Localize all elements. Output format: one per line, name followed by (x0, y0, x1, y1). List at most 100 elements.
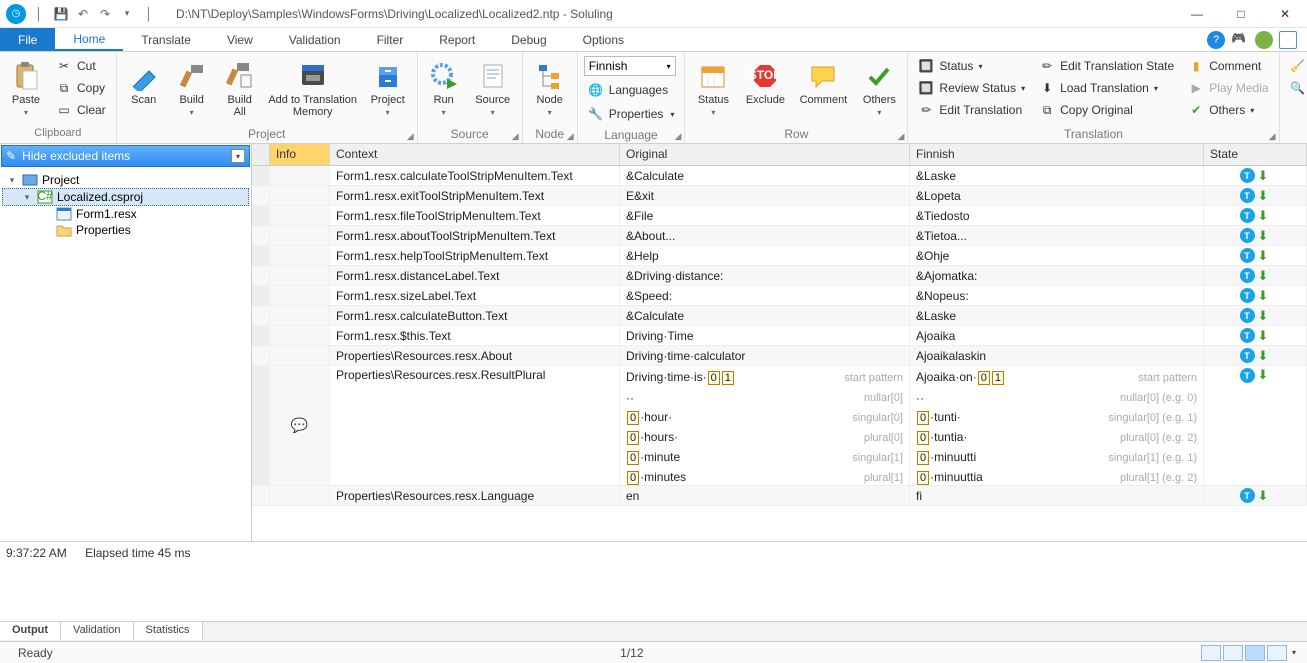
cell-original[interactable]: Driving·time·is·01start pattern··nullar[… (620, 366, 910, 485)
cell-finnish[interactable]: Ajoaikalaskin (910, 346, 1204, 365)
trans-status-button[interactable]: 🔲Status▾ (914, 56, 1029, 76)
collapse-icon[interactable]: ▾ (21, 192, 33, 203)
row-comment-button[interactable]: Comment (795, 56, 851, 106)
tab-validation[interactable]: Validation (61, 621, 134, 640)
tab-filter[interactable]: Filter (359, 28, 422, 51)
edit-state-button[interactable]: ✏Edit Translation State (1035, 56, 1178, 76)
exclude-button[interactable]: STOPExclude (741, 56, 789, 106)
cell-original[interactable]: &Driving·distance: (620, 266, 910, 285)
table-row-plural[interactable]: 💬Properties\Resources.resx.ResultPluralD… (252, 366, 1307, 486)
dialog-launcher-icon[interactable]: ◢ (407, 131, 414, 142)
table-row[interactable]: Properties\Resources.resx.AboutDriving·t… (252, 346, 1307, 366)
tree-filter[interactable]: ✎ Hide excluded items ▾ (1, 145, 250, 167)
cell-finnish[interactable]: &Nopeus: (910, 286, 1204, 305)
cell-finnish[interactable]: fi (910, 486, 1204, 505)
row-status-button[interactable]: Status▾ (691, 56, 735, 117)
tree-form[interactable]: Form1.resx (2, 206, 249, 222)
table-row[interactable]: Form1.resx.aboutToolStripMenuItem.Text&A… (252, 226, 1307, 246)
save-icon[interactable]: 💾 (52, 5, 70, 23)
grid-body[interactable]: Form1.resx.calculateToolStripMenuItem.Te… (252, 166, 1307, 541)
cell-original[interactable]: &About... (620, 226, 910, 245)
alien-icon[interactable] (1255, 31, 1273, 49)
tab-view[interactable]: View (209, 28, 271, 51)
cell-original[interactable]: Driving·time·calculator (620, 346, 910, 365)
project-tree[interactable]: ▾Project ▾C#Localized.csproj Form1.resx … (0, 168, 251, 541)
cell-original[interactable]: &File (620, 206, 910, 225)
cell-original[interactable]: &Help (620, 246, 910, 265)
chevron-down-icon[interactable]: ▾ (231, 149, 245, 163)
cell-context[interactable]: Form1.resx.distanceLabel.Text (330, 266, 620, 285)
col-info[interactable]: Info (270, 144, 330, 165)
tab-validation[interactable]: Validation (271, 28, 359, 51)
project-button[interactable]: Project▾ (365, 56, 411, 117)
dialog-launcher-icon[interactable]: ◢ (512, 131, 519, 142)
tab-home[interactable]: Home (55, 28, 123, 51)
chevron-down-icon[interactable]: ▾ (1289, 648, 1299, 657)
scan-button[interactable]: Scan (123, 56, 165, 106)
help-icon[interactable]: ? (1207, 31, 1225, 49)
load-translation-button[interactable]: ⬇Load Translation▾ (1035, 78, 1178, 98)
cell-context[interactable]: Form1.resx.aboutToolStripMenuItem.Text (330, 226, 620, 245)
close-button[interactable]: ✕ (1263, 0, 1307, 28)
row-others-button[interactable]: Others▾ (857, 56, 901, 117)
languages-button[interactable]: 🌐Languages (584, 80, 679, 100)
tree-root[interactable]: ▾Project (2, 172, 249, 188)
col-context[interactable]: Context (330, 144, 620, 165)
view-detail-icon[interactable] (1245, 645, 1265, 661)
tab-output[interactable]: Output (0, 621, 61, 640)
dialog-launcher-icon[interactable]: ◢ (897, 131, 904, 142)
build-all-button[interactable]: Build All (219, 56, 261, 118)
copy-button[interactable]: ⧉Copy (52, 78, 110, 98)
cell-context[interactable]: Form1.resx.calculateToolStripMenuItem.Te… (330, 166, 620, 185)
cell-finnish[interactable]: &Ohje (910, 246, 1204, 265)
cell-original[interactable]: &Calculate (620, 166, 910, 185)
col-original[interactable]: Original (620, 144, 910, 165)
col-selector[interactable] (252, 144, 270, 165)
paste-button[interactable]: Paste ▾ (6, 56, 46, 117)
table-row[interactable]: Form1.resx.calculateToolStripMenuItem.Te… (252, 166, 1307, 186)
undo-icon[interactable]: ↶ (74, 5, 92, 23)
dialog-launcher-icon[interactable]: ◢ (1269, 131, 1276, 142)
tab-statistics[interactable]: Statistics (134, 621, 203, 640)
source-button[interactable]: Source▾ (470, 56, 516, 117)
clear-button[interactable]: ▭Clear (52, 100, 110, 120)
edit-translation-button[interactable]: ✏Edit Translation (914, 100, 1029, 120)
cell-context[interactable]: Form1.resx.helpToolStripMenuItem.Text (330, 246, 620, 265)
cut-button[interactable]: ✂Cut (52, 56, 110, 76)
find-replace-button[interactable]: 🔍Find_Replace▾ (1286, 78, 1307, 98)
node-button[interactable]: Node▾ (529, 56, 571, 117)
lang-properties-button[interactable]: 🔧Properties▾ (584, 104, 679, 124)
tab-debug[interactable]: Debug (493, 28, 564, 51)
review-status-button[interactable]: 🔲Review Status▾ (914, 78, 1029, 98)
copy-original-button[interactable]: ⧉Copy Original (1035, 100, 1178, 120)
language-select[interactable]: Finnish▾ (584, 56, 676, 76)
cell-finnish[interactable]: &Tiedosto (910, 206, 1204, 225)
view-grid-icon[interactable] (1201, 645, 1221, 661)
cell-context[interactable]: Properties\Resources.resx.ResultPlural (330, 366, 620, 485)
col-state[interactable]: State (1204, 144, 1307, 165)
tree-csproj[interactable]: ▾C#Localized.csproj (2, 188, 249, 206)
table-row[interactable]: Form1.resx.helpToolStripMenuItem.Text&He… (252, 246, 1307, 266)
table-row[interactable]: Form1.resx.sizeLabel.Text&Speed:&Nopeus:… (252, 286, 1307, 306)
table-row[interactable]: Form1.resx.$this.TextDriving·TimeAjoaika… (252, 326, 1307, 346)
cell-original[interactable]: en (620, 486, 910, 505)
cell-context[interactable]: Form1.resx.calculateButton.Text (330, 306, 620, 325)
collapse-icon[interactable]: ▾ (6, 175, 18, 186)
table-row[interactable]: Form1.resx.calculateButton.Text&Calculat… (252, 306, 1307, 326)
cell-context[interactable]: Form1.resx.fileToolStripMenuItem.Text (330, 206, 620, 225)
tree-properties[interactable]: Properties (2, 222, 249, 238)
trans-comment-button[interactable]: ▮Comment (1184, 56, 1272, 76)
cell-original[interactable]: E&xit (620, 186, 910, 205)
dialog-launcher-icon[interactable]: ◢ (567, 131, 574, 142)
table-row[interactable]: Properties\Resources.resx.LanguageenfiT⬇ (252, 486, 1307, 506)
tab-translate[interactable]: Translate (123, 28, 209, 51)
cell-context[interactable]: Form1.resx.exitToolStripMenuItem.Text (330, 186, 620, 205)
add-tm-button[interactable]: Add to Translation Memory (267, 56, 359, 118)
tab-options[interactable]: Options (565, 28, 642, 51)
cell-context[interactable]: Properties\Resources.resx.Language (330, 486, 620, 505)
dialog-launcher-icon[interactable]: ◢ (674, 131, 681, 142)
cell-finnish[interactable]: Ajoaika (910, 326, 1204, 345)
table-row[interactable]: Form1.resx.fileToolStripMenuItem.Text&Fi… (252, 206, 1307, 226)
tab-file[interactable]: File (0, 28, 55, 51)
maximize-button[interactable]: □ (1219, 0, 1263, 28)
